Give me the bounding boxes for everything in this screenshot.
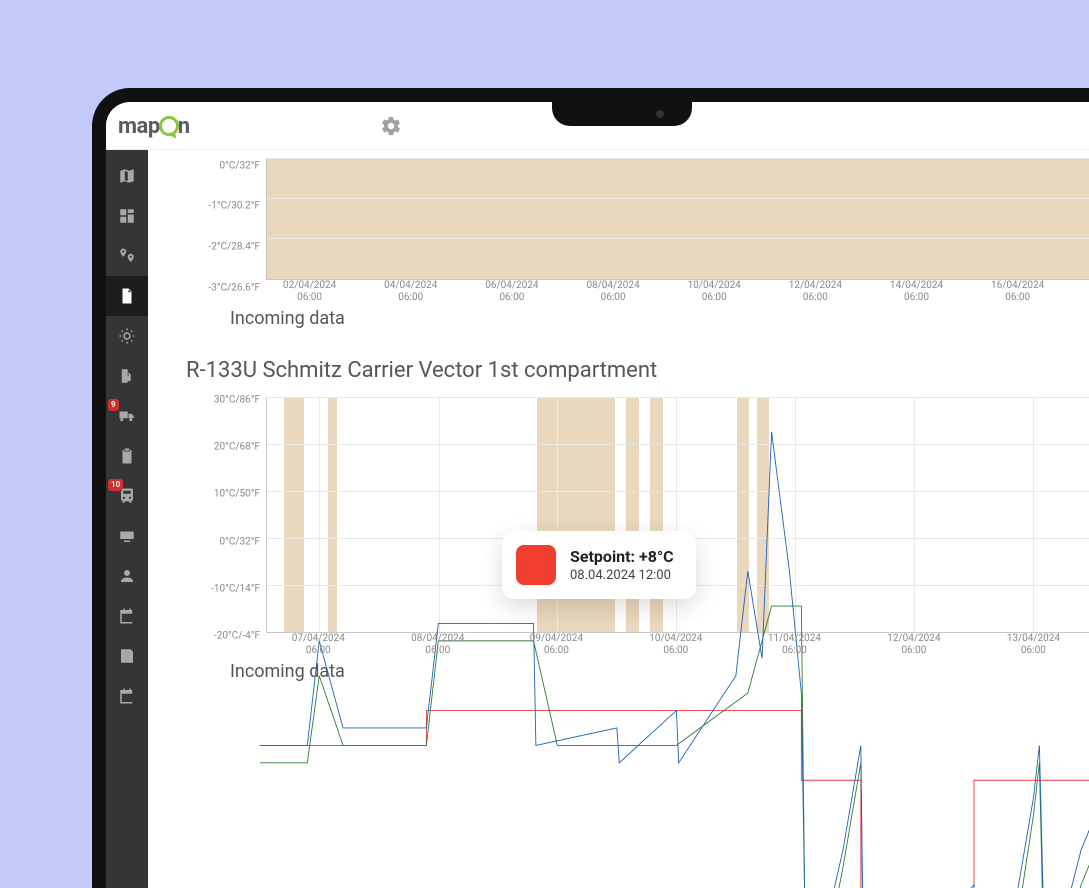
chart2-xtick: 10/04/202406:00: [649, 633, 702, 656]
chart1-xtick: 02/04/202406:00: [283, 280, 336, 303]
chart-panel-1: 0°C/32°F -1°C/30.2°F -2°C/28.4°F -3°C/26…: [148, 158, 1089, 348]
chart1-ytick: 0°C/32°F: [220, 161, 261, 172]
chart2-ytick: 0°C/32°F: [220, 536, 261, 547]
document-icon: [118, 287, 136, 305]
tooltip-swatch: [516, 545, 556, 585]
device-notch: [552, 100, 692, 126]
chart2-xtick: 07/04/202406:00: [292, 633, 345, 656]
chart-panel-2: R-133U Schmitz Carrier Vector 1st compar…: [148, 348, 1089, 678]
chart2-ytick: 10°C/50°F: [214, 489, 260, 500]
logo-text-n: n: [178, 114, 190, 139]
chart2-ytick: 30°C/86°F: [214, 395, 260, 406]
chart2-xtick: 08/04/202406:00: [411, 633, 464, 656]
sidebar-item-alerts[interactable]: [106, 316, 148, 356]
chart1-x-axis: 02/04/202406:00 04/04/202406:00 06/04/20…: [266, 280, 1089, 306]
map-icon: [118, 167, 136, 185]
chart1-band: [267, 158, 1089, 279]
sidebar-item-tasks[interactable]: [106, 436, 148, 476]
chart1-ytick: -2°C/28.4°F: [208, 241, 260, 252]
calendar-new-icon: NEW: [118, 687, 136, 705]
chart2-x-axis: 07/04/202406:00 08/04/202406:00 09/04/20…: [266, 633, 1089, 659]
svg-text:NEW: NEW: [122, 697, 132, 703]
fuel-icon: [118, 367, 136, 385]
user-icon: [118, 567, 136, 585]
sidebar-item-edit[interactable]: [106, 636, 148, 676]
logo-pin-icon: [159, 116, 179, 136]
logo-text-map: map: [118, 114, 160, 139]
sidebar-item-reports[interactable]: [106, 276, 148, 316]
sidebar-item-places[interactable]: [106, 236, 148, 276]
pins-icon: [118, 247, 136, 265]
chart1-ytick: -1°C/30.2°F: [208, 201, 260, 212]
settings-button[interactable]: [380, 115, 402, 137]
chart1-y-axis: 0°C/32°F -1°C/30.2°F -2°C/28.4°F -3°C/26…: [198, 166, 260, 288]
content-area: 0°C/32°F -1°C/30.2°F -2°C/28.4°F -3°C/26…: [148, 150, 1089, 888]
chart2-ytick: 20°C/68°F: [214, 442, 260, 453]
sidebar-item-device[interactable]: [106, 516, 148, 556]
gear-icon: [380, 115, 402, 137]
dashboard-icon: [118, 207, 136, 225]
chart2-xtick: 09/04/202406:00: [530, 633, 583, 656]
device-icon: [118, 527, 136, 545]
chart2-xtick: 12/04/202406:00: [887, 633, 940, 656]
sidebar-item-user[interactable]: [106, 556, 148, 596]
chart1-xtick: 14/04/202406:00: [890, 280, 943, 303]
sidebar-item-fuel[interactable]: [106, 356, 148, 396]
sidebar-item-new[interactable]: NEW: [106, 676, 148, 716]
chart1-xtick: 04/04/202406:00: [384, 280, 437, 303]
chart1-incoming-label: Incoming data: [148, 308, 1089, 329]
chart2-plot[interactable]: Setpoint: +8°C 08.04.2024 12:00: [266, 397, 1089, 633]
note-edit-icon: [118, 647, 136, 665]
clipboard-icon: [118, 447, 136, 465]
badge-transit: 10: [108, 479, 123, 491]
chart2-title: R-133U Schmitz Carrier Vector 1st compar…: [148, 348, 1089, 391]
chart1-xtick: 08/04/202406:00: [586, 280, 639, 303]
truck-icon: [118, 407, 136, 425]
badge-fleet: 9: [108, 399, 119, 411]
sun-gear-icon: [118, 327, 136, 345]
sidebar: 9 10 NEW: [106, 150, 148, 888]
chart1-xtick: 10/04/202406:00: [688, 280, 741, 303]
sidebar-item-map[interactable]: [106, 156, 148, 196]
device-frame: map n 9: [92, 88, 1089, 888]
sidebar-item-fleet[interactable]: 9: [106, 396, 148, 436]
chart1-xtick: 12/04/202406:00: [789, 280, 842, 303]
chart2-tooltip: Setpoint: +8°C 08.04.2024 12:00: [502, 531, 696, 599]
sidebar-item-calendar[interactable]: [106, 596, 148, 636]
logo[interactable]: map n: [118, 113, 190, 139]
sidebar-item-dashboard[interactable]: [106, 196, 148, 236]
chart2-xtick: 11/04/202406:00: [768, 633, 821, 656]
chart1-plot[interactable]: [266, 158, 1089, 280]
chart2-xtick: 13/04/202406:00: [1007, 633, 1060, 656]
tooltip-title: Setpoint: +8°C: [570, 547, 674, 566]
sidebar-item-transit[interactable]: 10: [106, 476, 148, 516]
chart1-xtick: 06/04/202406:00: [485, 280, 538, 303]
chart1-xtick: 16/04/202406:00: [991, 280, 1044, 303]
tooltip-subtitle: 08.04.2024 12:00: [570, 568, 674, 583]
chart2-y-axis: 30°C/86°F 20°C/68°F 10°C/50°F 0°C/32°F -…: [198, 400, 260, 636]
chart2-ytick: -20°C/-4°F: [214, 631, 260, 642]
chart2-ytick: -10°C/14°F: [211, 583, 260, 594]
calendar-icon: [118, 607, 136, 625]
chart1-ytick: -3°C/26.6°F: [208, 283, 260, 294]
